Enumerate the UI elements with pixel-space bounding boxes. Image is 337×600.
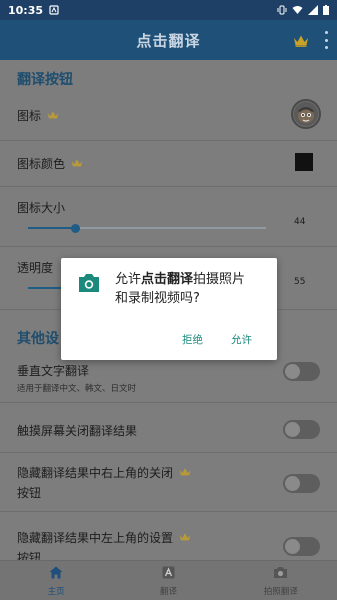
touch-close-toggle[interactable] [283,420,320,439]
app-title: 点击翻译 [136,31,201,50]
hide-close-row: 隐藏翻译结果中右上角的关闭 [17,464,191,481]
icon-setting-label: 图标 [17,109,42,123]
status-bar: 10:35 [0,0,337,20]
dialog-prefix: 允许 [115,272,142,287]
section-header-other: 其他设 [17,331,59,347]
toggle-knob [285,539,300,554]
camera-icon [273,564,288,583]
camera-icon [78,273,100,297]
nav-translate[interactable]: 翻译 [112,561,224,600]
icon-color-swatch[interactable] [295,153,313,171]
divider [0,186,337,187]
crown-icon[interactable] [293,32,309,51]
icon-color-label: 图标颜色 [17,157,66,171]
hide-settings-toggle[interactable] [283,537,320,556]
icon-size-slider[interactable] [28,223,266,233]
notification-icon [49,5,59,15]
crown-icon [47,109,59,123]
hide-close-toggle[interactable] [283,474,320,493]
nav-home-label: 主页 [47,587,65,597]
dialog-message: 允许点击翻译拍摄照片 和录制视频吗? [115,270,271,308]
dialog-line2: 和录制视频吗? [115,291,200,306]
crown-icon [179,466,191,480]
crown-icon [71,157,83,171]
battery-icon [323,5,329,15]
nav-translate-label: 翻译 [159,587,177,597]
vertical-text-toggle[interactable] [283,362,320,381]
icon-size-label: 图标大小 [17,201,66,215]
crown-icon [179,531,191,545]
nav-photo-translate-label: 拍照翻译 [263,587,298,597]
opacity-value: 55 [294,277,306,287]
app-bar: 点击翻译 [0,20,337,60]
icon-color-row[interactable]: 图标颜色 [17,155,83,172]
camera-permission-dialog: 允许点击翻译拍摄照片 和录制视频吗? 拒绝 允许 [61,258,277,360]
vertical-text-subtitle: 适用于翻译中文、韩文、日文时 [17,384,137,394]
vertical-text-label: 垂直文字翻译 [17,364,90,378]
section-header-button: 翻译按钮 [17,72,73,88]
opacity-label: 透明度 [17,261,54,275]
avatar-icon[interactable] [291,99,321,129]
more-options-icon[interactable] [323,31,329,49]
touch-close-label: 触摸屏幕关闭翻译结果 [17,424,138,438]
hide-close-label-line2: 按钮 [17,486,42,500]
divider [0,140,337,141]
dialog-suffix: 拍摄照片 [193,272,246,287]
hide-close-label-line1: 隐藏翻译结果中右上角的关闭 [17,466,174,480]
vibrate-icon [277,5,287,15]
deny-button[interactable]: 拒绝 [178,330,207,349]
divider [0,402,337,403]
slider-fill [28,227,76,229]
translate-icon [162,564,175,583]
dialog-app-name: 点击翻译 [141,272,194,287]
slider-thumb[interactable] [71,223,81,233]
bottom-navigation: 主页 翻译 拍照翻译 [0,560,337,600]
icon-setting-row[interactable]: 图标 [17,107,59,124]
toggle-knob [285,364,300,379]
home-icon [49,564,63,583]
signal-icon [308,5,318,15]
divider [0,452,337,453]
hide-settings-label-line2: 按钮 [17,551,42,560]
divider [0,511,337,512]
toggle-knob [285,422,300,437]
nav-photo-translate[interactable]: 拍照翻译 [225,561,337,600]
nav-home[interactable]: 主页 [0,561,112,600]
status-time: 10:35 [8,3,44,17]
icon-size-value: 44 [294,217,306,227]
hide-settings-row: 隐藏翻译结果中左上角的设置 [17,529,191,546]
allow-button[interactable]: 允许 [227,330,256,349]
wifi-icon [292,5,303,15]
toggle-knob [285,476,300,491]
hide-settings-label-line1: 隐藏翻译结果中左上角的设置 [17,531,174,545]
divider [0,246,337,247]
